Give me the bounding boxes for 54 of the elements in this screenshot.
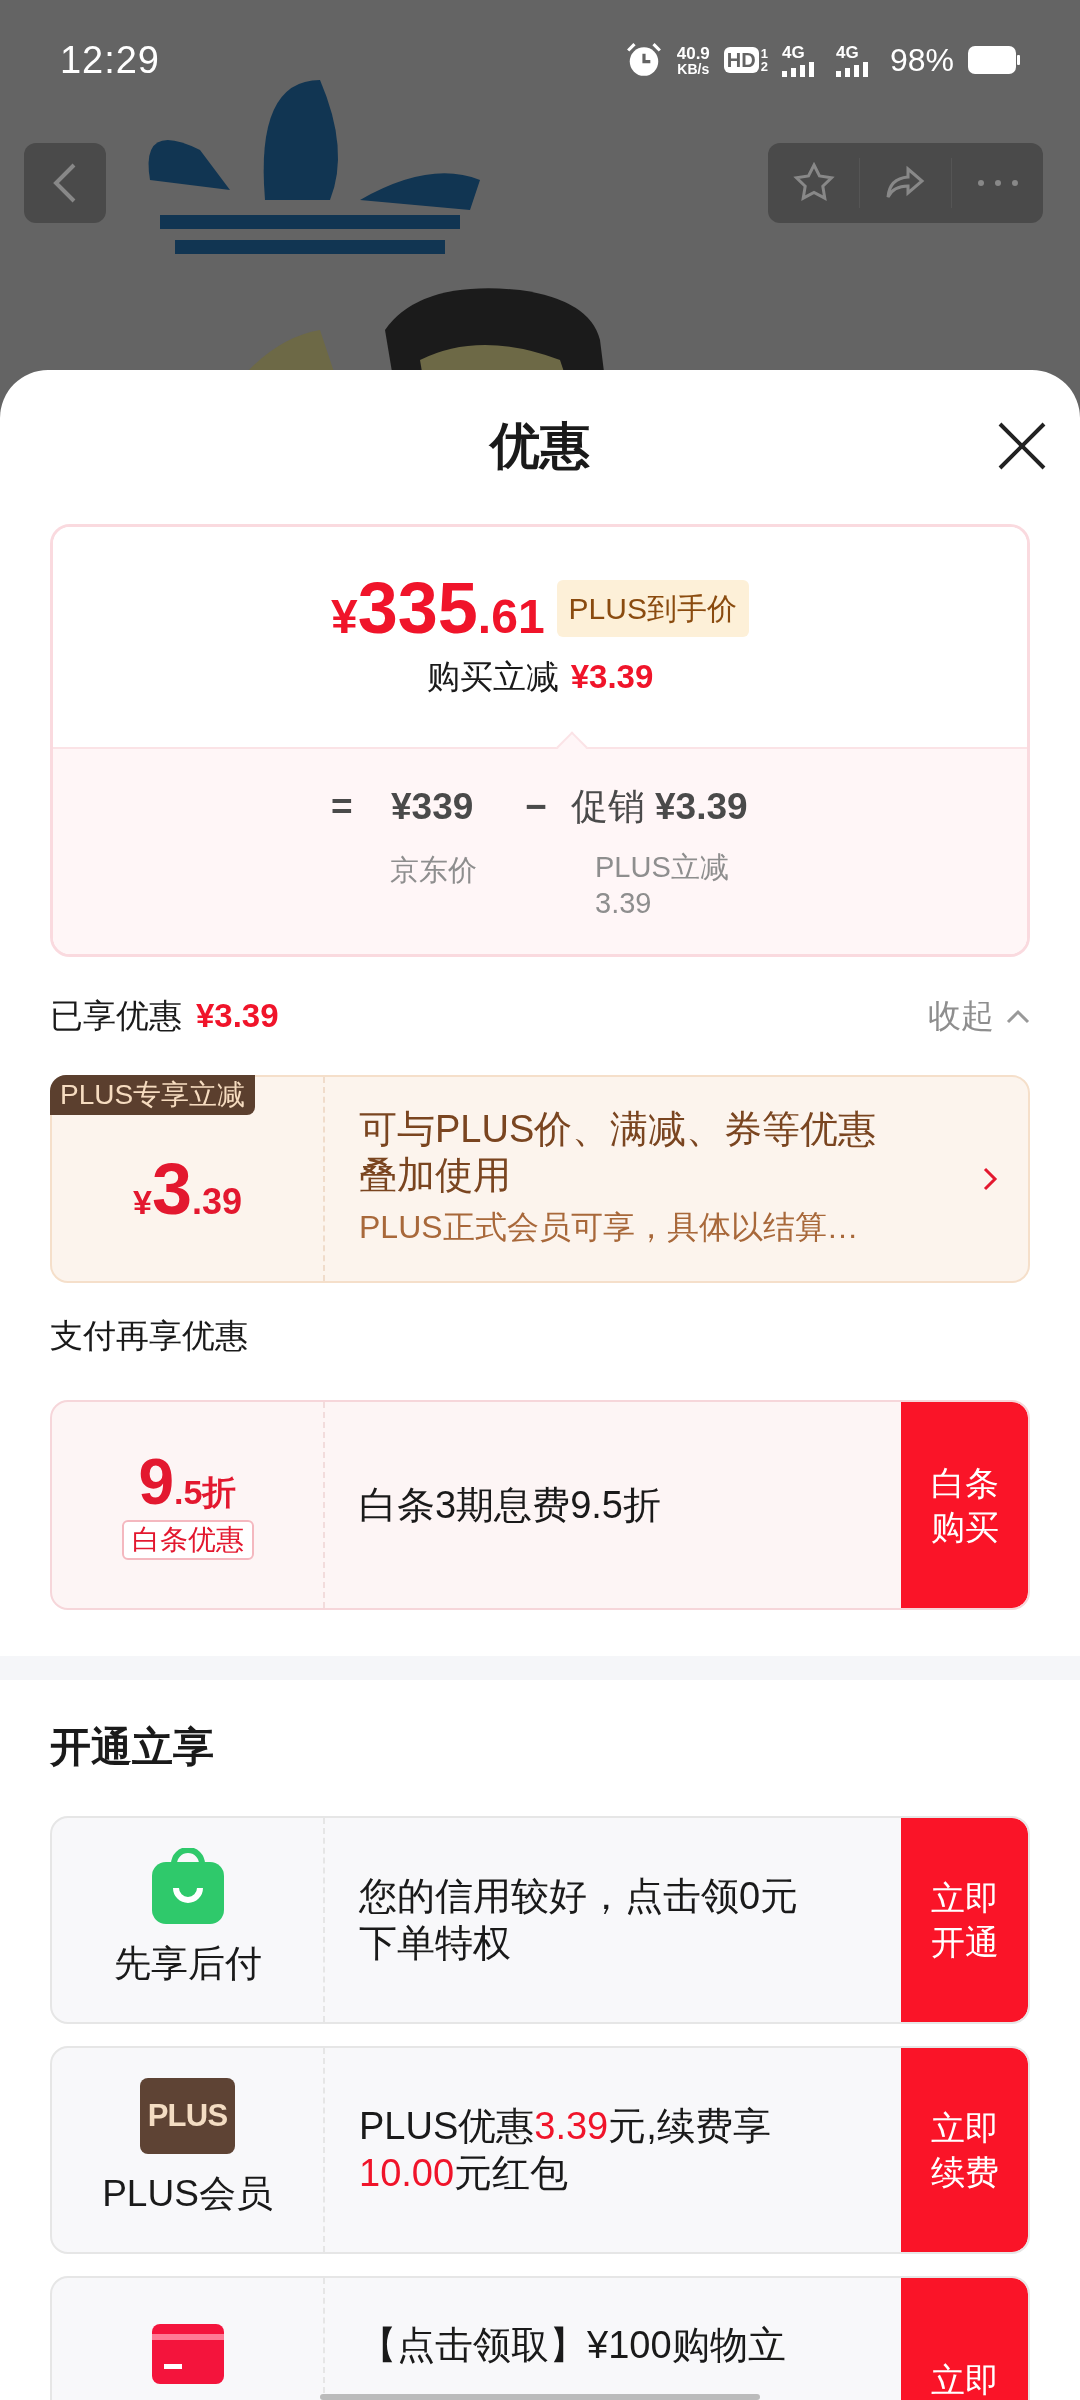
battery-icon [968, 46, 1020, 74]
service-name: PLUS会员 [102, 2172, 273, 2217]
promo-caption: PLUS立减 [595, 849, 729, 885]
sim-slot: 1 [760, 47, 768, 60]
hd-badge: HD [723, 47, 759, 73]
activate-button[interactable]: 立即 [901, 2278, 1028, 2400]
collapse-toggle[interactable]: 收起 [928, 991, 1030, 1041]
promo-caption: 3.39 [595, 885, 653, 921]
offer-description: 白条3期息费9.5折 [359, 1482, 661, 1528]
buy-button[interactable]: 白条购买 [901, 1402, 1028, 1608]
plus-icon: PLUS [140, 2078, 235, 2155]
service-description: 您的信用较好，点击领0元下单特权 [359, 1873, 800, 1966]
section-title: 支付再享优惠 [50, 1315, 249, 1356]
more-icon [977, 180, 1018, 186]
chevron-icon [1006, 1008, 1030, 1024]
card-icon [151, 2324, 224, 2384]
activate-button[interactable]: 立即开通 [901, 1818, 1028, 2022]
offer-tag: 白条优惠 [121, 1520, 254, 1560]
service-name: 先享后付 [113, 1942, 262, 1987]
network-type: 4G [835, 43, 860, 61]
discount-rate: 9.5折 [138, 1450, 237, 1514]
back-button[interactable] [24, 143, 106, 223]
saving-label: 购买立减 [426, 657, 559, 698]
price-caption: 京东价 [390, 852, 478, 888]
activate-button[interactable]: 立即续费 [901, 2048, 1028, 2252]
plus-discount-amount: ¥3.39 [133, 1153, 242, 1225]
minus-sign: − [524, 785, 548, 829]
sheet-title: 优惠 [490, 416, 590, 476]
promo-label: 促销 [571, 785, 645, 829]
speed-unit: KB/s [677, 61, 710, 76]
plus-description: 可与PLUS价、满减、券等优惠叠加使用 [359, 1107, 878, 1198]
network-type: 4G [781, 43, 806, 61]
service-description: 【点击领取】¥100购物立 [359, 2323, 787, 2368]
final-price: ¥335.61 [331, 572, 545, 645]
close-icon [997, 421, 1047, 471]
saving-amount: ¥3.39 [570, 657, 654, 698]
discount-amount: ¥3.39 [196, 996, 279, 1037]
promo-amount: ¥3.39 [655, 785, 748, 829]
discount-label: 已享优惠 [50, 996, 182, 1037]
network-speed: 40.9 [676, 44, 710, 62]
shopping-bag-icon [151, 1848, 224, 1925]
plus-discount-card[interactable]: PLUS专享立减 ¥3.39 可与PLUS价、满减、券等优惠叠加使用 PLUS正式会员可享，具体以结算… [50, 1075, 1030, 1283]
base-price: ¥339 [391, 785, 475, 829]
clock: 12:29 [60, 37, 160, 83]
service-description: PLUS优惠3.39元,续费享 10.00元红包 [359, 2103, 772, 2196]
plus-tag: PLUS专享立减 [50, 1075, 256, 1115]
sim-slot: 2 [760, 60, 768, 73]
plus-note: PLUS正式会员可享，具体以结算… [359, 1207, 860, 1247]
price-badge: PLUS到手价 [556, 579, 749, 637]
battery-percent: 98% [889, 41, 954, 80]
section-title: 开通立享 [50, 1723, 215, 1773]
equals-sign: = [331, 785, 354, 829]
chevron-right-icon [982, 1166, 998, 1192]
alarm-icon [624, 41, 663, 79]
